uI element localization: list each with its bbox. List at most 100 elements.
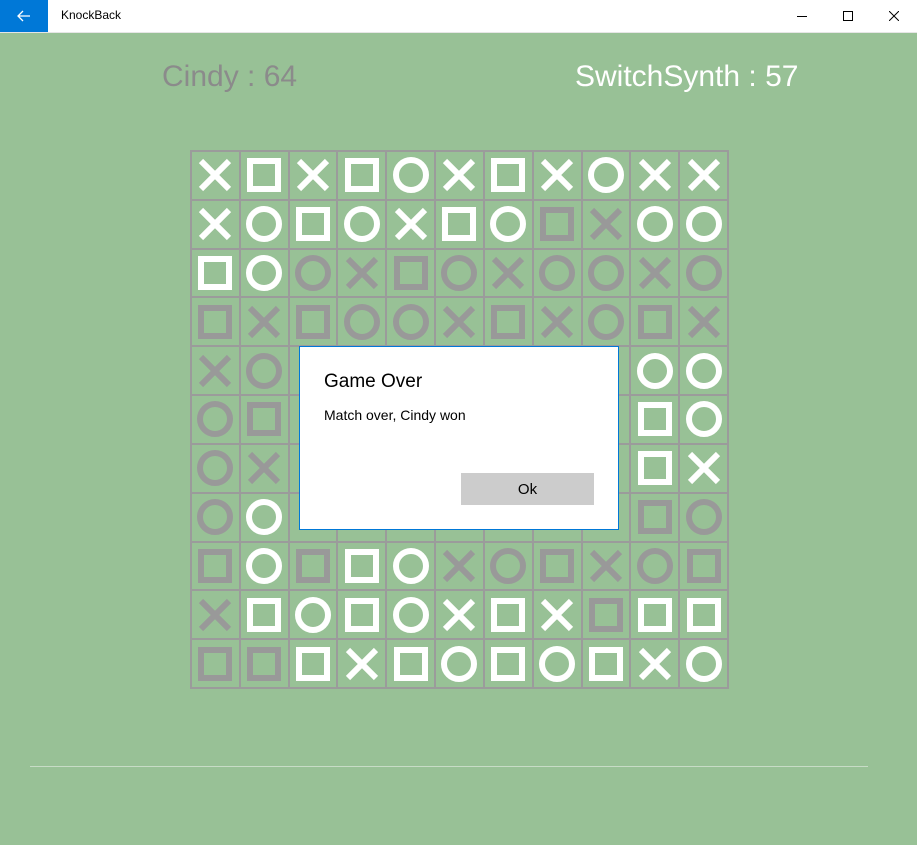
board-cell[interactable] xyxy=(239,395,289,444)
board-cell[interactable] xyxy=(532,297,582,347)
board-cell[interactable] xyxy=(337,639,387,688)
board-cell[interactable] xyxy=(239,199,289,249)
minimize-button[interactable] xyxy=(779,0,825,32)
board-cell[interactable] xyxy=(630,297,680,347)
board-cell[interactable] xyxy=(191,590,240,640)
board-cell[interactable] xyxy=(483,297,533,347)
board-cell[interactable] xyxy=(532,151,582,200)
board-cell[interactable] xyxy=(435,151,484,200)
board-cell[interactable] xyxy=(581,590,631,640)
board-cell[interactable] xyxy=(191,151,240,200)
close-button[interactable] xyxy=(871,0,917,32)
board-cell[interactable] xyxy=(630,199,680,249)
board-cell[interactable] xyxy=(630,492,680,542)
board-cell[interactable] xyxy=(679,248,728,298)
board-cell[interactable] xyxy=(239,297,289,347)
board-cell[interactable] xyxy=(679,199,728,249)
board-cell[interactable] xyxy=(337,541,387,591)
board-cell[interactable] xyxy=(239,541,289,591)
board-cell[interactable] xyxy=(239,443,289,493)
board-cell[interactable] xyxy=(435,248,484,298)
board-cell[interactable] xyxy=(532,590,582,640)
board-cell[interactable] xyxy=(191,639,240,688)
board-cell[interactable] xyxy=(581,199,631,249)
board-cell[interactable] xyxy=(435,590,484,640)
board-cell[interactable] xyxy=(288,151,338,200)
board-cell[interactable] xyxy=(435,297,484,347)
board-cell[interactable] xyxy=(483,541,533,591)
board-cell[interactable] xyxy=(679,346,728,396)
board-cell[interactable] xyxy=(483,199,533,249)
board-cell[interactable] xyxy=(288,248,338,298)
board-cell[interactable] xyxy=(630,639,680,688)
board-cell[interactable] xyxy=(483,590,533,640)
board-cell[interactable] xyxy=(288,199,338,249)
board-cell[interactable] xyxy=(532,248,582,298)
board-cell[interactable] xyxy=(679,443,728,493)
board-cell[interactable] xyxy=(191,395,240,444)
board-cell[interactable] xyxy=(191,248,240,298)
board-cell[interactable] xyxy=(630,395,680,444)
ok-button[interactable]: Ok xyxy=(461,473,594,505)
board-cell[interactable] xyxy=(581,541,631,591)
board-cell[interactable] xyxy=(630,151,680,200)
board-cell[interactable] xyxy=(386,590,436,640)
board-cell[interactable] xyxy=(239,248,289,298)
board-cell[interactable] xyxy=(679,492,728,542)
board-cell[interactable] xyxy=(386,297,436,347)
board-cell[interactable] xyxy=(386,199,436,249)
board-cell[interactable] xyxy=(386,151,436,200)
board-cell[interactable] xyxy=(630,443,680,493)
board-cell[interactable] xyxy=(386,248,436,298)
board-cell[interactable] xyxy=(386,639,436,688)
back-button[interactable] xyxy=(0,0,48,32)
board-cell[interactable] xyxy=(288,297,338,347)
board-cell[interactable] xyxy=(483,639,533,688)
board-cell[interactable] xyxy=(679,639,728,688)
board-cell[interactable] xyxy=(483,151,533,200)
game-over-dialog: Game Over Match over, Cindy won Ok xyxy=(299,346,619,530)
board-cell[interactable] xyxy=(239,590,289,640)
board-cell[interactable] xyxy=(581,151,631,200)
board-cell[interactable] xyxy=(435,541,484,591)
board-cell[interactable] xyxy=(386,541,436,591)
board-cell[interactable] xyxy=(337,590,387,640)
board-cell[interactable] xyxy=(679,151,728,200)
board-cell[interactable] xyxy=(532,199,582,249)
board-cell[interactable] xyxy=(630,590,680,640)
board-cell[interactable] xyxy=(288,590,338,640)
board-cell[interactable] xyxy=(532,541,582,591)
board-cell[interactable] xyxy=(532,639,582,688)
board-cell[interactable] xyxy=(191,492,240,542)
board-cell[interactable] xyxy=(679,541,728,591)
board-cell[interactable] xyxy=(191,297,240,347)
board-cell[interactable] xyxy=(337,199,387,249)
maximize-button[interactable] xyxy=(825,0,871,32)
board-cell[interactable] xyxy=(679,590,728,640)
board-cell[interactable] xyxy=(239,639,289,688)
board-cell[interactable] xyxy=(239,346,289,396)
board-cell[interactable] xyxy=(630,541,680,591)
board-cell[interactable] xyxy=(191,346,240,396)
board-cell[interactable] xyxy=(191,541,240,591)
board-cell[interactable] xyxy=(581,248,631,298)
board-cell[interactable] xyxy=(435,639,484,688)
x-mark-icon xyxy=(541,305,574,338)
board-cell[interactable] xyxy=(630,346,680,396)
board-cell[interactable] xyxy=(191,443,240,493)
board-cell[interactable] xyxy=(191,199,240,249)
board-cell[interactable] xyxy=(337,248,387,298)
board-cell[interactable] xyxy=(435,199,484,249)
board-cell[interactable] xyxy=(679,395,728,444)
board-cell[interactable] xyxy=(581,297,631,347)
board-cell[interactable] xyxy=(288,541,338,591)
board-cell[interactable] xyxy=(630,248,680,298)
board-cell[interactable] xyxy=(239,151,289,200)
board-cell[interactable] xyxy=(679,297,728,347)
board-cell[interactable] xyxy=(581,639,631,688)
board-cell[interactable] xyxy=(337,151,387,200)
board-cell[interactable] xyxy=(239,492,289,542)
board-cell[interactable] xyxy=(337,297,387,347)
board-cell[interactable] xyxy=(483,248,533,298)
board-cell[interactable] xyxy=(288,639,338,688)
